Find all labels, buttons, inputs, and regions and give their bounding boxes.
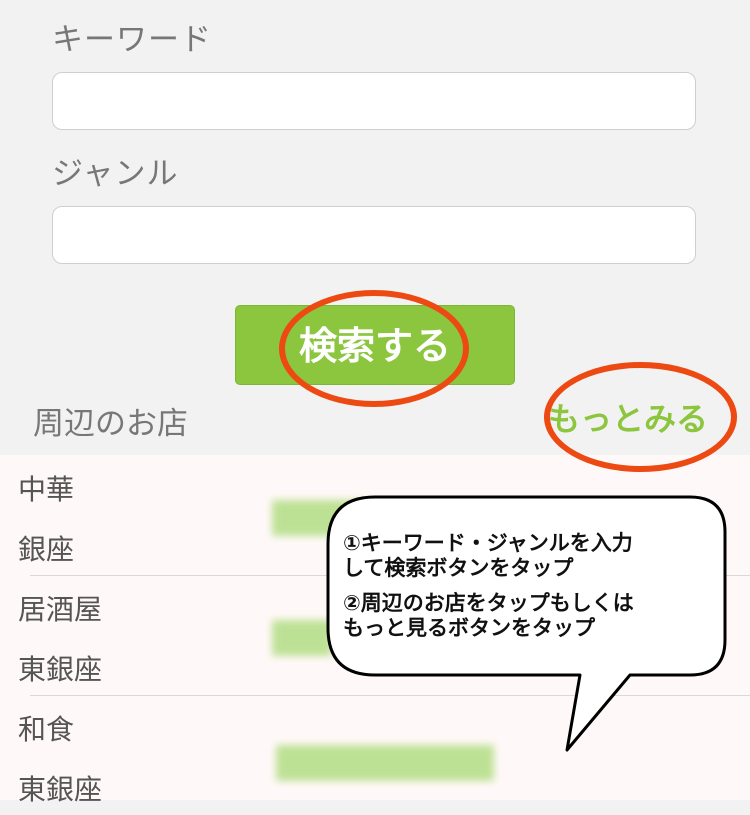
callout-text: ①キーワード・ジャンルを入力 して検索ボタンをタップ ②周辺のお店をタップもしく… xyxy=(343,531,713,651)
keyword-input[interactable] xyxy=(52,72,696,130)
blurred-shop-name xyxy=(272,620,332,656)
shop-row[interactable]: 和食 東銀座 xyxy=(0,695,750,815)
blurred-shop-name xyxy=(276,745,494,781)
shop-category: 和食 xyxy=(18,713,75,746)
search-button[interactable]: 検索する xyxy=(235,305,515,385)
genre-input[interactable] xyxy=(52,206,696,264)
shop-area: 東銀座 xyxy=(18,773,103,806)
callout-step-1: ①キーワード・ジャンルを入力 して検索ボタンをタップ xyxy=(343,531,633,580)
keyword-label: キーワード xyxy=(52,22,212,58)
shop-category: 居酒屋 xyxy=(18,593,103,626)
nearby-shops-title: 周辺のお店 xyxy=(33,406,188,442)
genre-label: ジャンル xyxy=(52,156,179,192)
shop-area: 銀座 xyxy=(18,533,75,566)
shop-area: 東銀座 xyxy=(18,653,103,686)
callout-step-2: ②周辺のお店をタップもしくは もっと見るボタンをタップ xyxy=(343,591,634,640)
more-link[interactable]: もっとみる xyxy=(548,394,708,440)
shop-category: 中華 xyxy=(18,473,75,506)
